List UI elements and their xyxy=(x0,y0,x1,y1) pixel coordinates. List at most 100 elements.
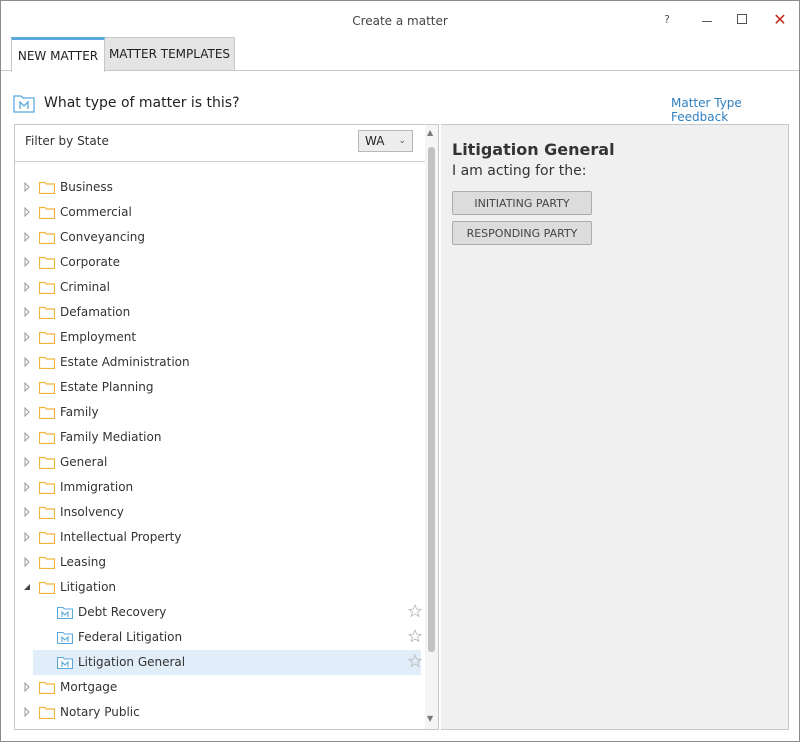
tree-folder-row[interactable]: Defamation xyxy=(15,300,421,325)
expand-arrow-icon[interactable] xyxy=(22,432,32,442)
expand-arrow-icon[interactable] xyxy=(22,457,32,467)
collapse-arrow-icon[interactable] xyxy=(22,582,32,592)
folder-icon xyxy=(39,431,55,444)
help-button[interactable]: ? xyxy=(652,7,682,31)
matter-detail-panel: Litigation General I am acting for the: … xyxy=(441,124,789,730)
scroll-up-icon[interactable]: ▲ xyxy=(427,128,433,137)
tree-folder-row[interactable]: Family Mediation xyxy=(15,425,421,450)
minimize-button[interactable] xyxy=(692,7,722,31)
folder-icon xyxy=(39,406,55,419)
chevron-down-icon: ⌄ xyxy=(398,136,406,146)
folder-icon xyxy=(39,381,55,394)
tree-folder-row[interactable]: Business xyxy=(15,175,421,200)
expand-arrow-icon[interactable] xyxy=(22,232,32,242)
folder-icon xyxy=(39,581,55,594)
tree-folder-row[interactable]: Immigration xyxy=(15,475,421,500)
expand-arrow-icon[interactable] xyxy=(22,382,32,392)
tree-item-label: Insolvency xyxy=(60,505,124,519)
tree-matter-row[interactable]: Litigation General xyxy=(33,650,422,675)
folder-icon xyxy=(39,281,55,294)
tree-matter-row[interactable]: Debt Recovery xyxy=(15,600,422,625)
tree-folder-row[interactable]: Notary Public xyxy=(15,700,421,725)
tree-item-label: Estate Planning xyxy=(60,380,154,394)
expand-arrow-icon[interactable] xyxy=(22,707,32,717)
tree-folder-row[interactable]: Corporate xyxy=(15,250,421,275)
scroll-down-icon[interactable]: ▼ xyxy=(427,714,433,723)
matter-type-panel: Filter by State WA ⌄ Business Commercial C… xyxy=(14,124,439,730)
maximize-button[interactable] xyxy=(727,7,757,31)
folder-icon xyxy=(39,231,55,244)
folder-icon xyxy=(39,181,55,194)
responding-party-button[interactable]: RESPONDING PARTY xyxy=(452,221,592,245)
tree-item-label: Litigation General xyxy=(78,655,186,669)
tree-folder-row[interactable]: Insolvency xyxy=(15,500,421,525)
matter-type-feedback-link[interactable]: Matter Type Feedback xyxy=(671,96,799,124)
tree-item-label: Corporate xyxy=(60,255,120,269)
filter-by-state-label: Filter by State xyxy=(25,134,109,148)
expand-arrow-icon[interactable] xyxy=(22,207,32,217)
tree-scrollbar[interactable]: ▲ ▼ xyxy=(425,125,438,729)
close-button[interactable]: ✕ xyxy=(765,7,795,31)
tree-item-label: Litigation xyxy=(60,580,117,594)
acting-for-label: I am acting for the: xyxy=(452,163,587,179)
scroll-thumb[interactable] xyxy=(428,147,435,652)
tree-item-label: Defamation xyxy=(60,305,131,319)
tree-item-label: Family xyxy=(60,405,99,419)
tab-matter-templates[interactable]: MATTER TEMPLATES xyxy=(105,37,235,71)
tree-folder-row[interactable]: Commercial xyxy=(15,200,421,225)
tree-item-label: Debt Recovery xyxy=(78,605,167,619)
tree-folder-row[interactable]: Leasing xyxy=(15,550,421,575)
favorite-star-icon[interactable] xyxy=(408,654,422,668)
tree-matter-row[interactable]: Federal Litigation xyxy=(15,625,422,650)
folder-icon xyxy=(39,256,55,269)
tree-folder-row[interactable]: Employment xyxy=(15,325,421,350)
expand-arrow-icon[interactable] xyxy=(22,357,32,367)
state-dropdown-value: WA xyxy=(365,134,385,148)
state-dropdown[interactable]: WA ⌄ xyxy=(358,130,413,152)
expand-arrow-icon[interactable] xyxy=(22,182,32,192)
tree-folder-row[interactable]: Estate Administration xyxy=(15,350,421,375)
expand-arrow-icon[interactable] xyxy=(22,532,32,542)
folder-icon xyxy=(39,331,55,344)
tree-item-label: Estate Administration xyxy=(60,355,190,369)
expand-arrow-icon[interactable] xyxy=(22,332,32,342)
matter-type-icon xyxy=(57,606,73,619)
tree-folder-row[interactable]: Family xyxy=(15,400,421,425)
expand-arrow-icon[interactable] xyxy=(22,482,32,492)
expand-arrow-icon[interactable] xyxy=(22,507,32,517)
tree-item-label: Mortgage xyxy=(60,680,118,694)
expand-arrow-icon[interactable] xyxy=(22,307,32,317)
tree-folder-row[interactable]: Estate Planning xyxy=(15,375,421,400)
selected-matter-title: Litigation General xyxy=(452,140,615,159)
expand-arrow-icon[interactable] xyxy=(22,682,32,692)
create-matter-window: Create a matter ? ✕ NEW MATTER MATTER TE… xyxy=(0,0,800,742)
folder-icon xyxy=(39,556,55,569)
tree-item-label: Employment xyxy=(60,330,137,344)
tree-folder-row[interactable]: Litigation xyxy=(15,575,421,600)
folder-icon xyxy=(39,356,55,369)
initiating-party-button[interactable]: INITIATING PARTY xyxy=(452,191,592,215)
expand-arrow-icon[interactable] xyxy=(22,557,32,567)
folder-icon xyxy=(39,306,55,319)
tab-new-matter[interactable]: NEW MATTER xyxy=(11,37,105,72)
tree-item-label: General xyxy=(60,455,108,469)
tree-folder-row[interactable]: Criminal xyxy=(15,275,421,300)
tree-item-label: Notary Public xyxy=(60,705,140,719)
expand-arrow-icon[interactable] xyxy=(22,282,32,292)
favorite-star-icon[interactable] xyxy=(408,604,422,618)
tree-folder-row[interactable]: Mortgage xyxy=(15,675,421,700)
matter-type-question: What type of matter is this? xyxy=(44,95,240,111)
filter-row: Filter by State WA ⌄ xyxy=(15,125,425,162)
favorite-star-icon[interactable] xyxy=(408,629,422,643)
tree-item-label: Leasing xyxy=(60,555,107,569)
tree-item-label: Immigration xyxy=(60,480,134,494)
expand-arrow-icon[interactable] xyxy=(22,257,32,267)
tree-folder-row[interactable]: General xyxy=(15,450,421,475)
tree-folder-row[interactable]: Intellectual Property xyxy=(15,525,421,550)
tree-item-label: Commercial xyxy=(60,205,132,219)
folder-icon xyxy=(39,456,55,469)
expand-arrow-icon[interactable] xyxy=(22,407,32,417)
folder-icon xyxy=(39,531,55,544)
folder-icon xyxy=(39,506,55,519)
tree-folder-row[interactable]: Conveyancing xyxy=(15,225,421,250)
